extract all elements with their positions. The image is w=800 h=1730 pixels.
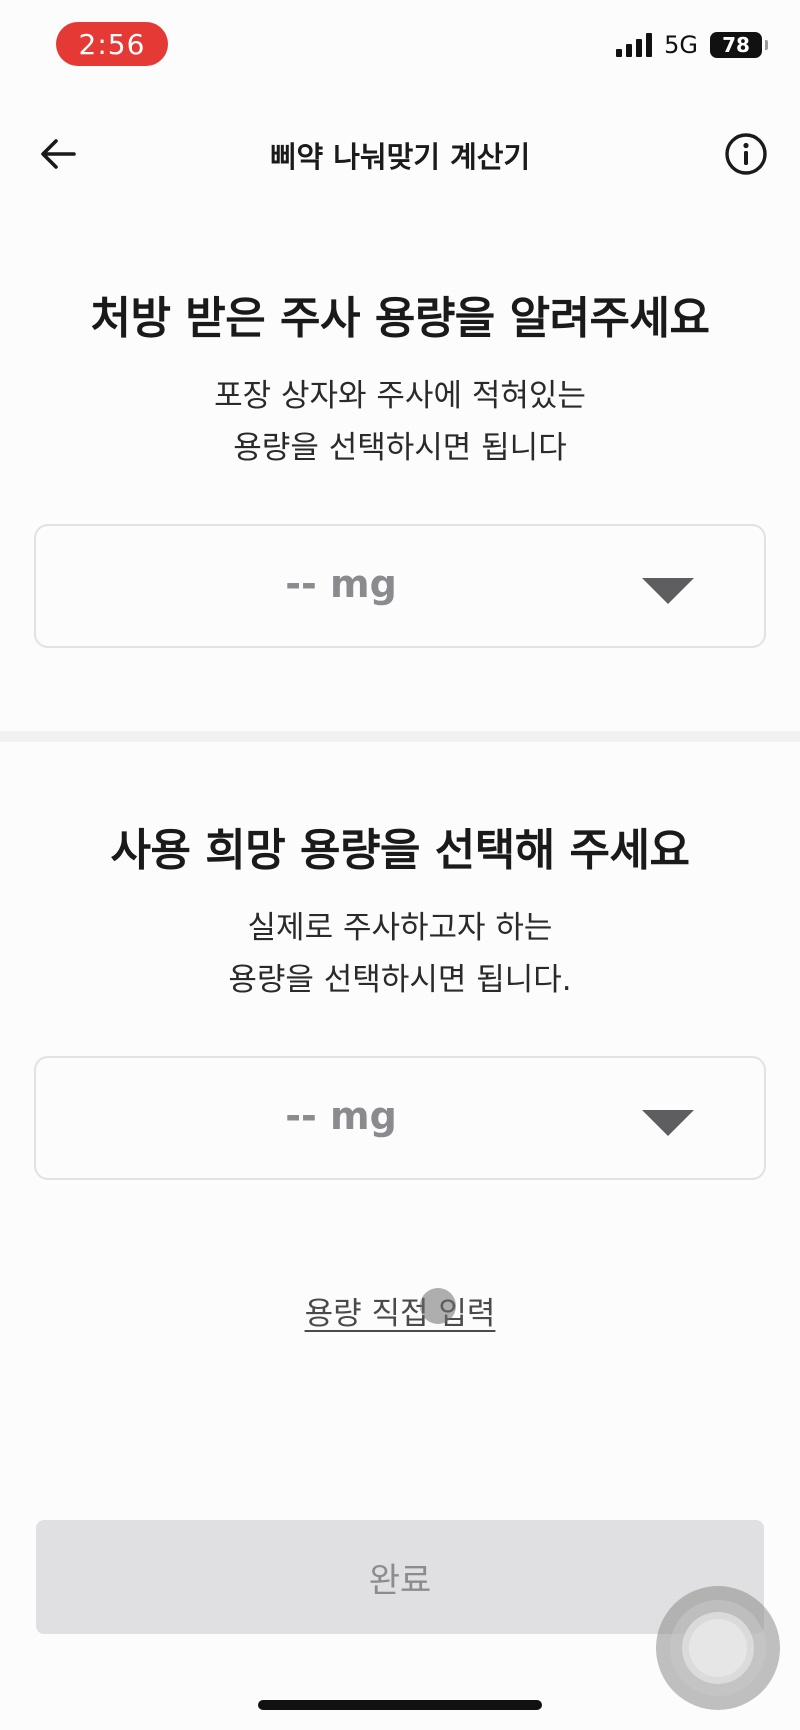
prescribed-dose-select[interactable]: -- mg [34,524,766,648]
done-button[interactable]: 완료 [36,1520,764,1634]
assistive-touch-ring [670,1600,766,1696]
prescribed-dose-value: -- mg [285,562,397,606]
status-time: 2:56 [56,22,168,66]
touch-indicator [420,1288,456,1324]
nav-bar: 삐약 나눠맞기 계산기 [0,110,800,196]
desired-dose-value: -- mg [285,1094,397,1138]
desired-desc-line2: 용량을 선택하시면 됩니다. [228,962,572,998]
prescribed-dose-description: 포장 상자와 주사에 적혀있는 용량을 선택하시면 됩니다 [0,370,800,474]
battery-icon: 78 [710,32,768,58]
manual-entry-container: 용량 직접 입력 [0,1288,800,1333]
network-type: 5G [664,31,698,59]
home-indicator[interactable] [258,1700,542,1710]
assistive-touch-center [689,1619,747,1677]
desired-dose-description: 실제로 주사하고자 하는 용량을 선택하시면 됩니다. [0,902,800,1006]
prescribed-desc-line2: 용량을 선택하시면 됩니다 [233,430,567,466]
desired-desc-line1: 실제로 주사하고자 하는 [247,910,553,946]
info-circle-icon [725,133,767,175]
manual-entry-link[interactable]: 용량 직접 입력 [305,1296,496,1332]
prescribed-dose-heading: 처방 받은 주사 용량을 알려주세요 [90,293,711,344]
battery-level: 78 [722,33,750,57]
prescribed-desc-line1: 포장 상자와 주사에 적혀있는 [214,378,586,414]
caret-down-icon [642,578,694,604]
status-bar: 2:56 5G 78 [0,0,800,95]
page-title: 삐약 나눠맞기 계산기 [269,140,531,174]
desired-dose-select[interactable]: -- mg [34,1056,766,1180]
info-button[interactable] [720,128,772,180]
assistive-touch-ring [682,1612,754,1684]
assistive-touch-button[interactable] [656,1586,780,1710]
desired-dose-heading: 사용 희망 용량을 선택해 주세요 [110,825,690,876]
section-divider [0,731,800,742]
cellular-signal-icon [616,33,653,57]
status-indicators: 5G 78 [616,30,768,60]
caret-down-icon [642,1110,694,1136]
